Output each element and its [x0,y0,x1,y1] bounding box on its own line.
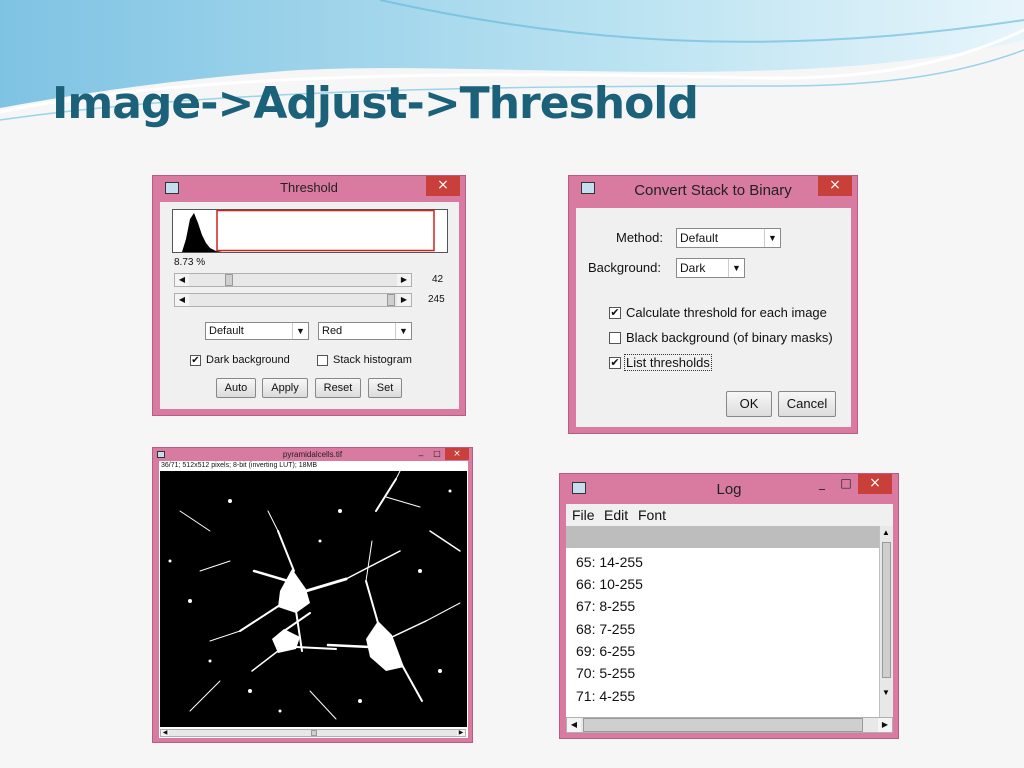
calculate-threshold-checkbox[interactable]: ✔ [609,307,621,319]
minimize-icon[interactable]: _ [413,448,429,460]
scroll-right-arrow-icon[interactable]: ▶ [457,730,465,736]
threshold-percent: 8.73 % [174,257,206,268]
maximize-icon[interactable]: □ [834,474,858,494]
scroll-left-arrow-icon[interactable]: ◀ [175,294,189,306]
list-thresholds-label: List thresholds [624,354,712,371]
method-label: Method: [616,230,663,245]
log-menu-bar: File Edit Font [566,504,893,526]
set-button[interactable]: Set [368,378,402,398]
dropdown-arrow-icon[interactable]: ▼ [292,323,308,339]
upper-threshold-value: 245 [428,294,445,305]
menu-file[interactable]: File [572,507,595,523]
cancel-button[interactable]: Cancel [778,391,836,417]
dropdown-arrow-icon[interactable]: ▼ [395,323,411,339]
close-icon[interactable]: × [445,448,469,460]
threshold-window-body: 8.73 % ◀ ▶ 42 ◀ ▶ 245 Default ▼ Red ▼ ✔ … [160,202,459,409]
method-select[interactable]: Default ▼ [676,228,781,248]
scroll-right-arrow-icon[interactable]: ▶ [397,294,411,306]
list-thresholds-checkbox[interactable]: ✔ [609,357,621,369]
image-window-body: 36/71; 512x512 pixels; 8-bit (inverting … [159,461,468,738]
slide-title: Image->Adjust->Threshold [52,78,699,129]
log-window: Log _ □ × File Edit Font 65: 14-255 66: … [559,473,899,739]
threshold-mode-select[interactable]: Red ▼ [318,322,412,340]
close-icon[interactable]: × [858,474,892,494]
lower-threshold-value: 42 [432,274,444,285]
background-label: Background: [588,260,661,275]
threshold-method-value: Default [209,325,244,337]
scroll-down-arrow-icon[interactable]: ▼ [882,688,890,697]
upper-threshold-slider[interactable]: ◀ ▶ [174,293,412,307]
black-background-label: Black background (of binary masks) [626,330,833,345]
convert-stack-window-body: Method: Default ▼ Background: Dark ▼ ✔ C… [576,208,851,427]
background-select[interactable]: Dark ▼ [676,258,745,278]
dropdown-arrow-icon[interactable]: ▼ [728,259,744,277]
method-value: Default [680,231,719,245]
calculate-threshold-label: Calculate threshold for each image [626,305,827,320]
log-header-bar [566,526,879,548]
stack-histogram-label: Stack histogram [333,354,412,366]
vertical-scroll-thumb[interactable] [882,542,891,678]
image-window: pyramidalcells.tif _ □ × 36/71; 512x512 … [152,447,473,743]
slider-thumb[interactable] [225,274,233,286]
dark-background-checkbox[interactable]: ✔ [190,355,201,366]
log-window-body: File Edit Font 65: 14-255 66: 10-255 67:… [566,504,893,733]
log-text-area[interactable]: 65: 14-255 66: 10-255 67: 8-255 68: 7-25… [566,548,879,717]
ok-button[interactable]: OK [726,391,772,417]
log-line: 71: 4-255 [576,688,636,704]
threshold-window: Threshold × 8.73 % ◀ ▶ 42 ◀ ▶ 245 Defaul… [152,175,466,416]
reset-button[interactable]: Reset [315,378,361,398]
log-line: 69: 6-255 [576,643,636,659]
dark-background-label: Dark background [206,354,290,366]
log-vertical-scrollbar[interactable]: ▲ ▼ [879,526,893,717]
log-line: 67: 8-255 [576,598,636,614]
log-horizontal-scrollbar[interactable]: ◀ ▶ [566,717,893,733]
threshold-mode-value: Red [322,325,343,337]
menu-font[interactable]: Font [638,507,666,523]
threshold-method-select[interactable]: Default ▼ [205,322,309,340]
horizontal-scroll-thumb[interactable] [583,718,863,732]
scroll-up-arrow-icon[interactable]: ▲ [882,528,890,537]
threshold-window-title: Threshold [280,180,338,195]
scroll-left-arrow-icon[interactable]: ◀ [161,730,169,736]
apply-button[interactable]: Apply [262,378,308,398]
stack-histogram-checkbox[interactable] [317,355,328,366]
scroll-right-arrow-icon[interactable]: ▶ [878,718,892,732]
convert-stack-window: Convert Stack to Binary × Method: Defaul… [568,175,858,434]
image-scrollbar[interactable]: ◀ ▶ [160,729,466,737]
slice-slider-thumb[interactable] [311,730,317,736]
log-line: 70: 5-255 [576,665,636,681]
convert-stack-window-title: Convert Stack to Binary [634,182,792,199]
menu-edit[interactable]: Edit [604,507,628,523]
log-line: 65: 14-255 [576,554,643,570]
imagej-window-icon [157,451,165,458]
log-line: 66: 10-255 [576,576,643,592]
lower-threshold-slider[interactable]: ◀ ▶ [174,273,412,287]
scroll-right-arrow-icon[interactable]: ▶ [397,274,411,286]
pyramidal-cells-image [160,471,467,727]
scroll-left-arrow-icon[interactable]: ◀ [175,274,189,286]
dropdown-arrow-icon[interactable]: ▼ [764,229,780,247]
maximize-icon[interactable]: □ [429,448,445,460]
slider-thumb[interactable] [387,294,395,306]
close-icon[interactable]: × [426,176,460,196]
histogram-plot [172,209,448,253]
background-value: Dark [680,261,706,275]
image-info: 36/71; 512x512 pixels; 8-bit (inverting … [161,462,318,469]
scroll-left-arrow-icon[interactable]: ◀ [567,718,581,732]
log-line: 68: 7-255 [576,621,636,637]
close-icon[interactable]: × [818,176,852,196]
auto-button[interactable]: Auto [216,378,256,398]
black-background-checkbox[interactable] [609,332,621,344]
minimize-icon[interactable]: _ [810,474,834,494]
